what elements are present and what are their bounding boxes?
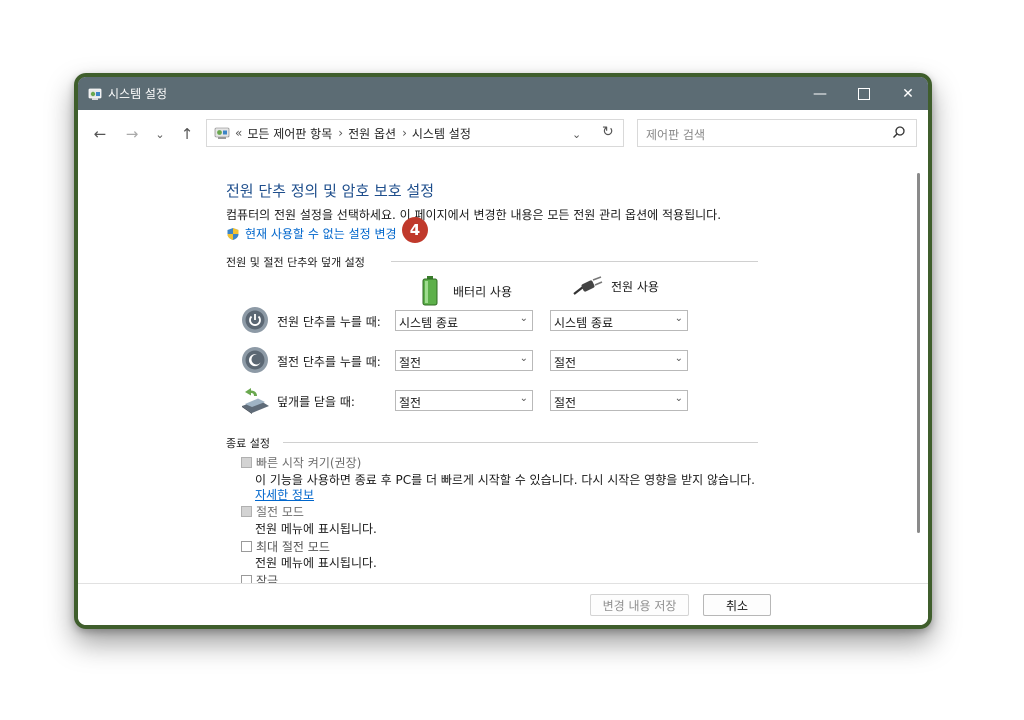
sleep-button-label: 절전 단추를 누를 때: xyxy=(277,355,381,369)
search-icon xyxy=(893,126,905,138)
battery-icon xyxy=(422,276,438,306)
fast-startup-option[interactable]: 빠른 시작 켜기(권장) xyxy=(241,454,361,471)
change-link-label[interactable]: 현재 사용할 수 없는 설정 변경 xyxy=(245,225,397,242)
up-button[interactable]: ↑ xyxy=(175,124,199,144)
sleep-mode-option[interactable]: 절전 모드 xyxy=(241,503,304,520)
chevron-down-icon: ⌄ xyxy=(519,353,528,364)
battery-column-header: 배터리 사용 xyxy=(421,276,512,306)
maximize-button[interactable] xyxy=(842,77,886,110)
breadcrumb-separator: › xyxy=(402,126,407,140)
sleep-button-plugged-select[interactable]: 절전 ⌄ xyxy=(550,350,688,371)
back-button[interactable]: ← xyxy=(88,124,112,144)
control-panel-icon xyxy=(88,88,102,100)
chevron-down-icon: ⌄ xyxy=(155,127,165,141)
fast-startup-description: 이 기능을 사용하면 종료 후 PC를 더 빠르게 시작할 수 있습니다. 다시… xyxy=(255,473,755,487)
sleep-mode-description: 전원 메뉴에 표시됩니다. xyxy=(255,522,377,536)
select-value: 시스템 종료 xyxy=(554,316,614,330)
plugged-column-label: 전원 사용 xyxy=(611,279,659,294)
vertical-scrollbar[interactable] xyxy=(917,173,920,533)
address-bar[interactable]: « 모든 제어판 항목 › 전원 옵션 › 시스템 설정 xyxy=(206,119,624,147)
minimize-button[interactable]: — xyxy=(798,77,842,110)
navigation-bar: ← → ⌄ ↑ « 모든 제어판 항목 › 전원 옵션 › 시스템 설정 ⌄ ↻… xyxy=(78,110,928,158)
page-description: 컴퓨터의 전원 설정을 선택하세요. 이 페이지에서 변경한 내용은 모든 전원… xyxy=(226,208,722,222)
lock-option[interactable]: 잠금 xyxy=(241,572,278,583)
power-button-icon xyxy=(242,307,268,333)
select-value: 절전 xyxy=(554,396,577,410)
fast-startup-label: 빠른 시작 켜기(권장) xyxy=(256,456,362,470)
power-plug-icon xyxy=(573,276,603,295)
select-value: 절전 xyxy=(399,356,422,370)
lock-label: 잠금 xyxy=(256,574,279,583)
maximize-icon xyxy=(858,87,870,100)
chevron-down-icon: ⌄ xyxy=(674,353,683,364)
power-button-battery-select[interactable]: 시스템 종료 ⌄ xyxy=(395,310,533,331)
sleep-button-icon xyxy=(242,347,268,373)
recent-locations-button[interactable]: ⌄ xyxy=(148,124,172,144)
page-title: 전원 단추 정의 및 암호 보호 설정 xyxy=(226,182,435,200)
select-value: 절전 xyxy=(554,356,577,370)
shutdown-section-title: 종료 설정 xyxy=(226,437,270,450)
arrow-right-icon: → xyxy=(125,125,139,143)
power-button-label: 전원 단추를 누를 때: xyxy=(277,315,381,329)
uac-shield-icon xyxy=(227,227,239,240)
arrow-left-icon: ← xyxy=(93,125,107,143)
section-divider xyxy=(283,442,758,443)
lock-checkbox[interactable] xyxy=(241,575,252,583)
hibernate-description: 전원 메뉴에 표시됩니다. xyxy=(255,556,377,570)
address-dropdown-chevron-icon[interactable]: ⌄ xyxy=(572,128,581,141)
fast-startup-checkbox[interactable] xyxy=(241,457,252,468)
breadcrumb-separator: › xyxy=(338,126,344,140)
address-overflow[interactable]: « xyxy=(235,126,242,140)
sleep-button-battery-select[interactable]: 절전 ⌄ xyxy=(395,350,533,371)
step-badge: 4 xyxy=(402,217,428,243)
power-button-plugged-select[interactable]: 시스템 종료 ⌄ xyxy=(550,310,688,331)
system-settings-window: 시스템 설정 — ✕ ← → ⌄ ↑ « 모든 제어판 항목 › 전원 옵션 ›… xyxy=(74,73,932,629)
close-icon: ✕ xyxy=(902,85,914,102)
select-value: 시스템 종료 xyxy=(399,316,459,330)
more-info-link[interactable]: 자세한 정보 xyxy=(255,486,314,503)
power-section-title: 전원 및 절전 단추와 덮개 설정 xyxy=(226,256,365,269)
hibernate-checkbox[interactable] xyxy=(241,541,252,552)
chevron-down-icon: ⌄ xyxy=(674,313,683,324)
plugged-column-header: 전원 사용 xyxy=(573,276,659,296)
save-changes-button[interactable]: 변경 내용 저장 xyxy=(590,594,689,616)
sleep-mode-checkbox[interactable] xyxy=(241,506,252,517)
lid-close-battery-select[interactable]: 절전 ⌄ xyxy=(395,390,533,411)
laptop-lid-icon xyxy=(242,388,269,414)
breadcrumb-system-settings[interactable]: 시스템 설정 xyxy=(412,125,471,142)
battery-column-label: 배터리 사용 xyxy=(453,284,513,299)
chevron-down-icon: ⌄ xyxy=(519,313,528,324)
window-title: 시스템 설정 xyxy=(108,87,168,101)
footer-bar: 변경 내용 저장 취소 xyxy=(78,583,928,625)
refresh-icon[interactable]: ↻ xyxy=(602,124,614,140)
content-area: 전원 단추 정의 및 암호 보호 설정 컴퓨터의 전원 설정을 선택하세요. 이… xyxy=(78,158,916,583)
forward-button[interactable]: → xyxy=(120,124,144,144)
chevron-down-icon: ⌄ xyxy=(674,393,683,404)
search-input[interactable]: 제어판 검색 xyxy=(637,119,917,147)
arrow-up-icon: ↑ xyxy=(180,125,194,143)
cancel-button[interactable]: 취소 xyxy=(703,594,771,616)
breadcrumb-all-items[interactable]: 모든 제어판 항목 xyxy=(247,125,332,142)
title-bar[interactable]: 시스템 설정 — ✕ xyxy=(78,77,928,110)
sleep-mode-label: 절전 모드 xyxy=(256,505,304,519)
lid-close-label: 덮개를 닫을 때: xyxy=(277,395,355,409)
chevron-down-icon: ⌄ xyxy=(519,393,528,404)
minimize-icon: — xyxy=(813,85,827,102)
search-placeholder: 제어판 검색 xyxy=(646,128,706,142)
hibernate-label: 최대 절전 모드 xyxy=(256,540,330,554)
hibernate-option[interactable]: 최대 절전 모드 xyxy=(241,538,330,555)
close-button[interactable]: ✕ xyxy=(886,77,928,110)
control-panel-icon xyxy=(214,127,230,139)
breadcrumb-power-options[interactable]: 전원 옵션 xyxy=(348,125,396,142)
section-divider xyxy=(391,261,758,262)
change-unavailable-settings-link[interactable]: 현재 사용할 수 없는 설정 변경 xyxy=(226,225,397,242)
lid-close-plugged-select[interactable]: 절전 ⌄ xyxy=(550,390,688,411)
select-value: 절전 xyxy=(399,396,422,410)
